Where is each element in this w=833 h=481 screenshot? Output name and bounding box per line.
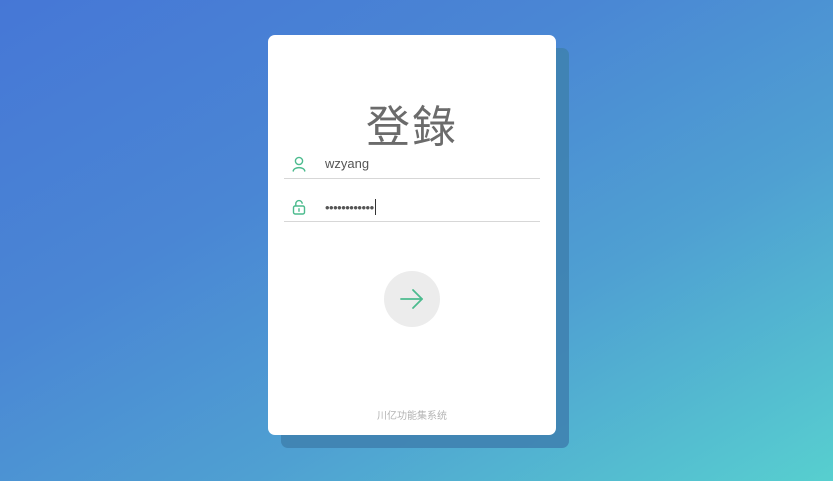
username-input[interactable]: wzyang — [325, 156, 369, 171]
password-mask: •••••••••••• — [325, 200, 374, 215]
login-title: 登錄 — [366, 102, 458, 153]
lock-icon — [292, 199, 306, 215]
arrow-right-icon — [400, 289, 423, 309]
password-input[interactable]: •••••••••••• — [325, 199, 376, 215]
footer-text: 川亿功能集系统 — [377, 411, 447, 422]
text-caret — [374, 199, 376, 215]
username-field[interactable]: wzyang — [284, 148, 540, 179]
login-card: 登錄 wzyang •••••••••••• 川亿功能集系统 — [268, 35, 556, 435]
user-icon — [292, 156, 306, 172]
password-field[interactable]: •••••••••••• — [284, 191, 540, 222]
submit-button[interactable] — [384, 271, 440, 327]
